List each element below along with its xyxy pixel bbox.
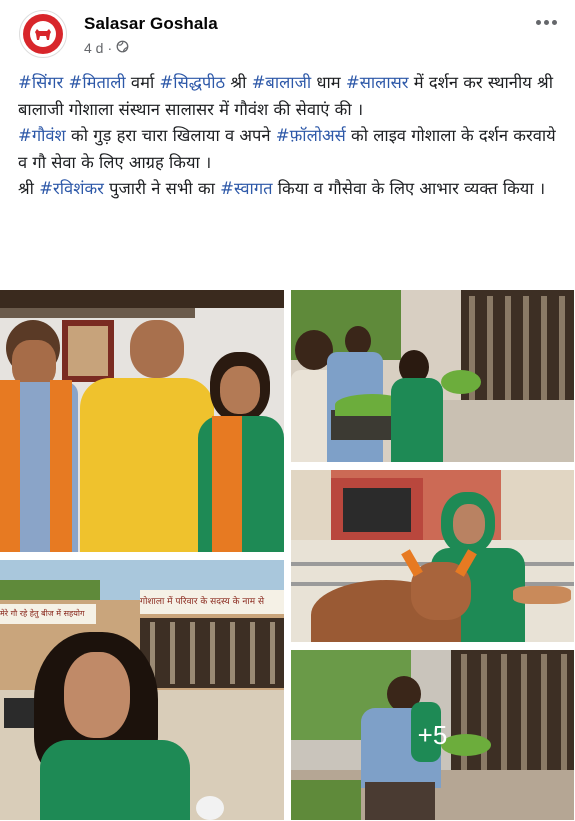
more-dot-icon: [543, 19, 549, 25]
hashtag-link[interactable]: #सालासर: [346, 73, 409, 92]
post-text-segment: वर्मा: [125, 73, 160, 92]
post-meta: 4 d ·: [84, 40, 129, 56]
hashtag-link[interactable]: #मिताली: [69, 73, 126, 92]
post-text-paragraph: श्री #रविशंकर पुजारी ने सभी का #स्वागत क…: [18, 176, 563, 203]
post-text-segment: श्री: [225, 73, 252, 92]
more-photos-overlay[interactable]: +5: [291, 650, 574, 820]
hashtag-link[interactable]: #बालाजी: [252, 73, 312, 92]
more-dot-icon: [535, 19, 541, 25]
page-avatar[interactable]: [19, 10, 67, 58]
post-photo-1[interactable]: [0, 290, 284, 552]
wall-frame-image: [62, 320, 114, 382]
page-name-link[interactable]: Salasar Goshala: [84, 14, 218, 34]
hashtag-link[interactable]: #फ़ॉलोअर्स: [276, 126, 346, 145]
globe-icon: [116, 40, 129, 56]
post-time-link[interactable]: 4 d: [84, 40, 103, 56]
post-text-paragraph: #गौवंश को गुड़ हरा चारा खिलाया व अपने #फ…: [18, 123, 563, 176]
post-photo-5[interactable]: +5: [291, 650, 574, 820]
post-text-paragraph: #सिंगर #मिताली वर्मा #सिद्धपीठ श्री #बाल…: [18, 70, 563, 123]
hashtag-link[interactable]: #सिद्धपीठ: [159, 73, 225, 92]
post-text-segment: किया व गौसेवा के लिए आभार व्यक्त किया ।: [272, 179, 546, 198]
hashtag-link[interactable]: #स्वागत: [220, 179, 272, 198]
post-text-segment: को गुड़ हरा चारा खिलाया व अपने: [65, 126, 276, 145]
post-photo-4[interactable]: मेरे गौ रहे हेतु बीज में सहयोग गोशाला मे…: [0, 560, 284, 820]
post-text-segment: श्री: [18, 179, 40, 198]
hashtag-link[interactable]: #रविशंकर: [39, 179, 104, 198]
post-photo-3[interactable]: [291, 470, 574, 642]
post-text: #सिंगर #मिताली वर्मा #सिद्धपीठ श्री #बाल…: [18, 70, 563, 203]
goshala-logo-icon: [23, 14, 63, 54]
hashtag-link[interactable]: #सिंगर: [18, 73, 63, 92]
post-text-segment: धाम: [311, 73, 346, 92]
more-photos-count: +5: [417, 719, 448, 750]
sign-board-right: गोशाला में परिवार के सदस्य के नाम से: [140, 590, 284, 614]
post-photo-2[interactable]: [291, 290, 574, 462]
post-text-segment: पुजारी ने सभी का: [103, 179, 221, 198]
sign-right-text: गोशाला में परिवार के सदस्य के नाम से: [140, 597, 265, 607]
plaque-image: [343, 488, 411, 532]
meta-separator: ·: [107, 40, 113, 56]
sign-left-text: मेरे गौ रहे हेतु बीज में सहयोग: [0, 609, 85, 618]
sign-board-left: मेरे गौ रहे हेतु बीज में सहयोग: [0, 604, 96, 624]
more-options-button[interactable]: [530, 10, 562, 34]
hashtag-link[interactable]: #गौवंश: [18, 126, 66, 145]
post-header: Salasar Goshala 4 d ·: [0, 0, 575, 64]
more-dot-icon: [551, 19, 557, 25]
